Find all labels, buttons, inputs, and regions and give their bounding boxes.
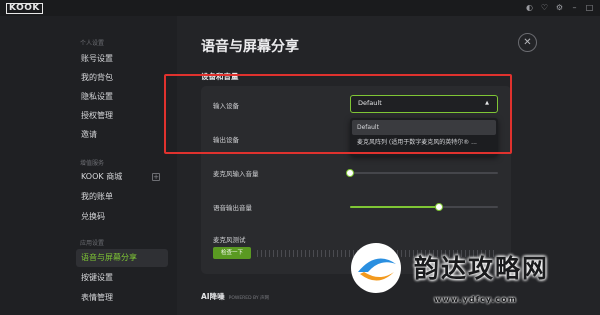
sidebar-item-redeem[interactable]: 兑换码 [76, 208, 168, 226]
mic-volume-label: 麦克风输入音量 [213, 170, 259, 178]
input-device-value: Default [358, 99, 382, 107]
sidebar-item-emoji[interactable]: 表情管理 [76, 289, 168, 307]
window-controls: ◐ ♡ ⚙ – □ [525, 3, 594, 12]
input-device-dropdown: Default 麦克风阵列 (适用于数字麦克风的英特尔® ... [350, 118, 498, 156]
output-volume-slider[interactable] [350, 203, 498, 211]
sidebar-item-privacy[interactable]: 隐私设置 [76, 88, 168, 106]
mic-volume-knob[interactable] [346, 169, 354, 177]
sidebar-item-label: KOOK 商城 [81, 172, 123, 181]
ai-noise-label: AI降噪 [201, 292, 225, 301]
minimize-icon[interactable]: – [570, 3, 579, 12]
output-device-label: 输出设备 [213, 136, 239, 144]
mic-test-label: 麦克风测试 [213, 236, 246, 244]
ai-noise-title: AI降噪 POWERED BY 声网 [201, 291, 269, 302]
dropdown-option[interactable]: 麦克风阵列 (适用于数字麦克风的英特尔® ... [352, 135, 496, 150]
watermark: 韵达攻略网 www.ydfcy.com [344, 236, 600, 315]
kook-logo: KOOK [6, 3, 43, 14]
mic-test-button[interactable]: 检查一下 [213, 247, 251, 259]
sidebar-group-title: 应用设置 [80, 240, 105, 247]
close-window-icon[interactable]: □ [585, 3, 594, 12]
sidebar-item-store[interactable]: KOOK 商城 + [76, 168, 168, 186]
watermark-text: 韵达攻略网 [414, 254, 550, 283]
input-device-select[interactable]: Default ▲ [350, 95, 498, 113]
chevron-up-icon: ▲ [485, 100, 489, 106]
expand-icon: + [152, 173, 160, 181]
title-bar: KOOK ◐ ♡ ⚙ – □ [0, 0, 600, 16]
sidebar-item-bills[interactable]: 我的账单 [76, 188, 168, 206]
heart-icon[interactable]: ♡ [540, 3, 549, 12]
page-title: 语音与屏幕分享 [201, 39, 299, 55]
sidebar-item-invite[interactable]: 邀请 [76, 126, 168, 144]
mic-volume-slider[interactable] [346, 169, 498, 177]
output-volume-fill [350, 206, 439, 208]
sidebar-group-title: 增值服务 [80, 160, 105, 167]
sidebar-item-keybinds[interactable]: 按键设置 [76, 269, 168, 287]
sidebar-group-title: 个人设置 [80, 40, 105, 47]
section-title-devices: 设备和音量 [201, 72, 239, 81]
watermark-logo-icon [351, 243, 401, 293]
sidebar-item-voice-screen[interactable]: 语音与屏幕分享 [76, 249, 168, 267]
settings-sidebar: 个人设置 账号设置 我的背包 隐私设置 授权管理 邀请 增值服务 KOOK 商城… [0, 16, 177, 315]
output-volume-label: 语音输出音量 [213, 204, 252, 212]
input-device-label: 输入设备 [213, 102, 239, 110]
ai-noise-powered-by: POWERED BY 声网 [228, 296, 270, 301]
close-settings-button[interactable]: ✕ [518, 33, 537, 52]
sidebar-item-account[interactable]: 账号设置 [76, 50, 168, 68]
dropdown-option[interactable]: Default [352, 120, 496, 135]
sidebar-item-authorization[interactable]: 授权管理 [76, 107, 168, 125]
settings-icon[interactable]: ⚙ [555, 3, 564, 12]
output-volume-knob[interactable] [434, 203, 443, 211]
watermark-url: www.ydfcy.com [434, 295, 517, 304]
skin-icon[interactable]: ◐ [525, 3, 534, 12]
sidebar-item-backpack[interactable]: 我的背包 [76, 69, 168, 87]
